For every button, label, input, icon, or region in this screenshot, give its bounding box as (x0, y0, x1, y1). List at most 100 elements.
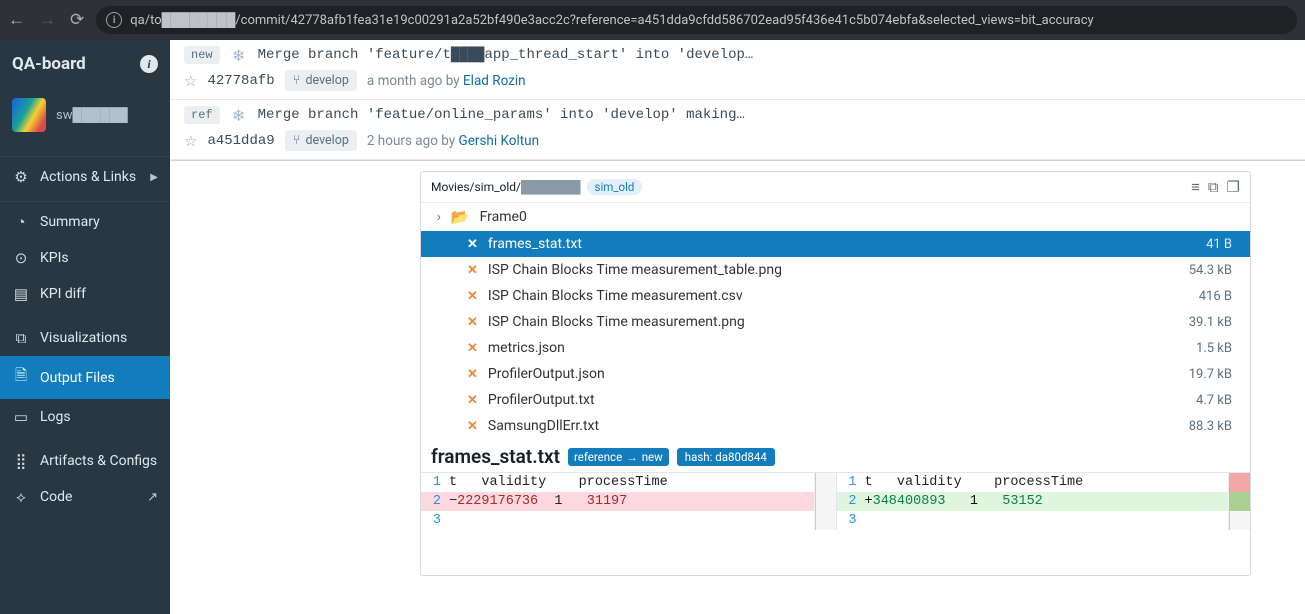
file-row[interactable]: ✕ISP Chain Blocks Time measurement.png39… (421, 309, 1250, 335)
address-bar[interactable]: i qa/to████████/commit/42778afb1fea31e19… (96, 6, 1297, 34)
chevron-right-icon: › (437, 210, 441, 225)
sidebar-item-actions-links[interactable]: ⚙ Actions & Links ▶ (0, 156, 170, 195)
minimap-left[interactable] (814, 473, 836, 530)
sidebar-item-summary[interactable]: ◔ Summary (0, 201, 170, 240)
star-icon[interactable]: ☆ (184, 72, 197, 90)
url-text: qa/to████████/commit/42778afb1fea31e19c0… (130, 12, 1093, 28)
file-size: 1.5 kB (1196, 341, 1236, 356)
file-row[interactable]: ✕ metrics.json 1.5 kB (421, 335, 1250, 361)
forward-icon[interactable]: → (39, 10, 56, 30)
project-selector[interactable]: sw██████ (0, 88, 170, 150)
branch-icon: ⑂ (293, 73, 301, 88)
diff-right[interactable]: 1t validity processTime 2+348400893 1 53… (836, 473, 1251, 530)
summary-icon: ◔ (12, 213, 30, 231)
sidebar-item-label: Artifacts & Configs (40, 453, 157, 469)
ref-to-new-badge: reference → new (568, 448, 669, 466)
sidebar-item-label: Summary (40, 214, 100, 230)
file-name: SamsungDllErr.txt (488, 418, 1179, 434)
star-icon[interactable]: ☆ (184, 132, 197, 150)
sidebar-item-output-files[interactable]: 🗎 Output Files (0, 356, 170, 399)
file-row[interactable]: ✕ISP Chain Blocks Time measurement_table… (421, 257, 1250, 283)
commit-message: Merge branch 'feature/t████app_thread_st… (258, 47, 754, 63)
panel-tools: ≡ ⧉ ❐ (1191, 178, 1240, 196)
sidebar-item-label: KPIs (40, 250, 69, 266)
author-link[interactable]: Elad Rozin (463, 73, 526, 89)
sidebar-item-label: Logs (40, 409, 71, 425)
branch-tag[interactable]: ⑂ develop (285, 130, 357, 151)
commit-ref: ref ❄ Merge branch 'featue/online_params… (170, 100, 1305, 160)
info-icon[interactable]: i (140, 55, 158, 73)
sidebar-item-visualizations[interactable]: ⧉ Visualizations (0, 320, 170, 356)
sidebar-item-label: KPI diff (40, 286, 86, 302)
author-link[interactable]: Gershi Koltun (459, 133, 540, 149)
file-row[interactable]: ✕ProfilerOutput.txt4.7 kB (421, 387, 1250, 413)
file-size: 54.3 kB (1189, 263, 1236, 278)
copy-icon[interactable]: ❐ (1227, 178, 1240, 196)
back-icon[interactable]: ← (8, 10, 25, 30)
file-name: ISP Chain Blocks Time measurement.csv (488, 288, 1189, 304)
file-name: metrics.json (488, 340, 1186, 356)
file-status-icon: ✕ (467, 367, 478, 382)
sidebar-header[interactable]: QA-board i (0, 40, 170, 88)
file-size: 41 B (1206, 237, 1236, 252)
chart-icon: ⧉ (12, 329, 30, 347)
breadcrumb[interactable]: Movies/sim_old/███████ (431, 180, 581, 194)
file-size: 88.3 kB (1189, 419, 1236, 434)
sidebar: QA-board i sw██████ ⚙ Actions & Links ▶ … (0, 40, 170, 614)
config-chip[interactable]: sim_old (587, 179, 643, 195)
sidebar-item-kpi-diff[interactable]: ▤ KPI diff (0, 276, 170, 312)
project-avatar (12, 98, 46, 132)
sidebar-item-kpis[interactable]: ⊙ KPIs (0, 240, 170, 276)
branch-name: develop (305, 133, 348, 148)
file-name: ISP Chain Blocks Time measurement.png (488, 314, 1179, 330)
file-row[interactable]: ✕ISP Chain Blocks Time measurement.csv41… (421, 283, 1250, 309)
file-row[interactable]: ✕ProfilerOutput.json19.7 kB (421, 361, 1250, 387)
commit-message: Merge branch 'featue/online_params' into… (258, 107, 745, 123)
sliders-icon: ⣿ (12, 452, 30, 470)
sidebar-item-label: Code (40, 489, 72, 505)
file-status-icon: ✕ (467, 263, 478, 278)
sidebar-item-label: Visualizations (40, 330, 127, 346)
chevron-right-icon: ▶ (150, 172, 158, 183)
folder-icon: 📂 (451, 208, 470, 226)
file-status-icon: ✕ (467, 341, 478, 356)
site-info-icon[interactable]: i (106, 12, 122, 28)
hash-badge: hash: da80d844 (677, 448, 775, 466)
file-icon: 🗎 (12, 365, 30, 390)
reload-icon[interactable]: ⟳ (70, 10, 84, 30)
folder-row[interactable]: › 📂 Frame0 (421, 203, 1250, 231)
sidebar-item-label: Output Files (40, 370, 115, 386)
branch-tag[interactable]: ⑂ develop (285, 70, 357, 91)
diff-left[interactable]: 1t validity processTime 2−2229176736 1 3… (421, 473, 836, 530)
commit-fingerprint-icon: ❄ (230, 106, 248, 124)
tag-ref: ref (184, 106, 220, 124)
main-content: new ❄ Merge branch 'feature/t████app_thr… (170, 40, 1305, 614)
minimap-right[interactable] (1228, 473, 1250, 530)
file-name: frames_stat.txt (488, 236, 1196, 252)
panel-header: Movies/sim_old/███████ sim_old ≡ ⧉ ❐ (421, 172, 1250, 203)
file-size: 416 B (1199, 289, 1236, 304)
sidebar-item-logs[interactable]: ▭ Logs (0, 399, 170, 435)
sidebar-item-code[interactable]: ⟡ Code ↗ (0, 479, 170, 515)
logs-icon: ▭ (12, 408, 30, 426)
grid-icon: ▤ (12, 285, 30, 303)
external-link-icon: ↗ (147, 490, 158, 505)
commit-timeago: a month ago by Elad Rozin (367, 73, 526, 89)
sidebar-item-artifacts[interactable]: ⣿ Artifacts & Configs (0, 443, 170, 479)
file-row[interactable]: ✕frames_stat.txt41 B (421, 231, 1250, 257)
commit-sha[interactable]: a451dda9 (207, 133, 274, 149)
open-new-icon[interactable]: ⧉ (1208, 178, 1219, 196)
gear-icon: ⚙ (12, 168, 30, 186)
commit-timeago: 2 hours ago by Gershi Koltun (367, 133, 539, 149)
target-icon: ⊙ (12, 249, 30, 267)
branch-icon: ⑂ (293, 133, 301, 148)
file-status-icon: ✕ (467, 419, 478, 434)
file-row[interactable]: ✕ SamsungDllErr.txt 88.3 kB (421, 413, 1250, 439)
commit-sha[interactable]: 42778afb (207, 73, 274, 89)
browser-nav: ← → ⟳ (8, 10, 84, 30)
project-name: sw██████ (56, 107, 128, 123)
commit-fingerprint-icon: ❄ (230, 46, 248, 64)
list-icon[interactable]: ≡ (1191, 178, 1200, 196)
file-comparator-panel: Movies/sim_old/███████ sim_old ≡ ⧉ ❐ › 📂… (420, 171, 1251, 576)
file-size: 19.7 kB (1189, 367, 1236, 382)
